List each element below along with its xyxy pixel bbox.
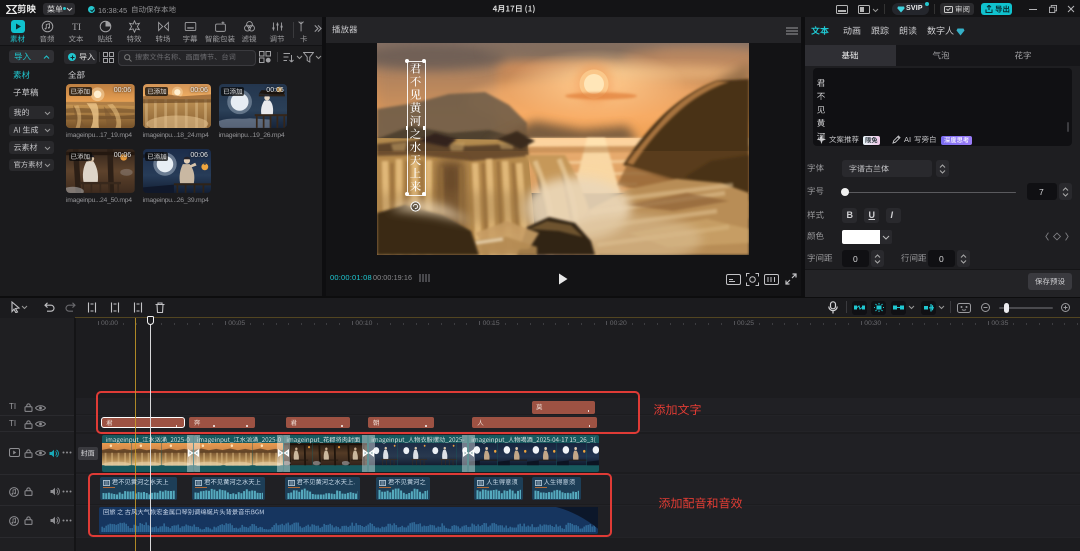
svg-text:TI: TI: [71, 21, 80, 32]
